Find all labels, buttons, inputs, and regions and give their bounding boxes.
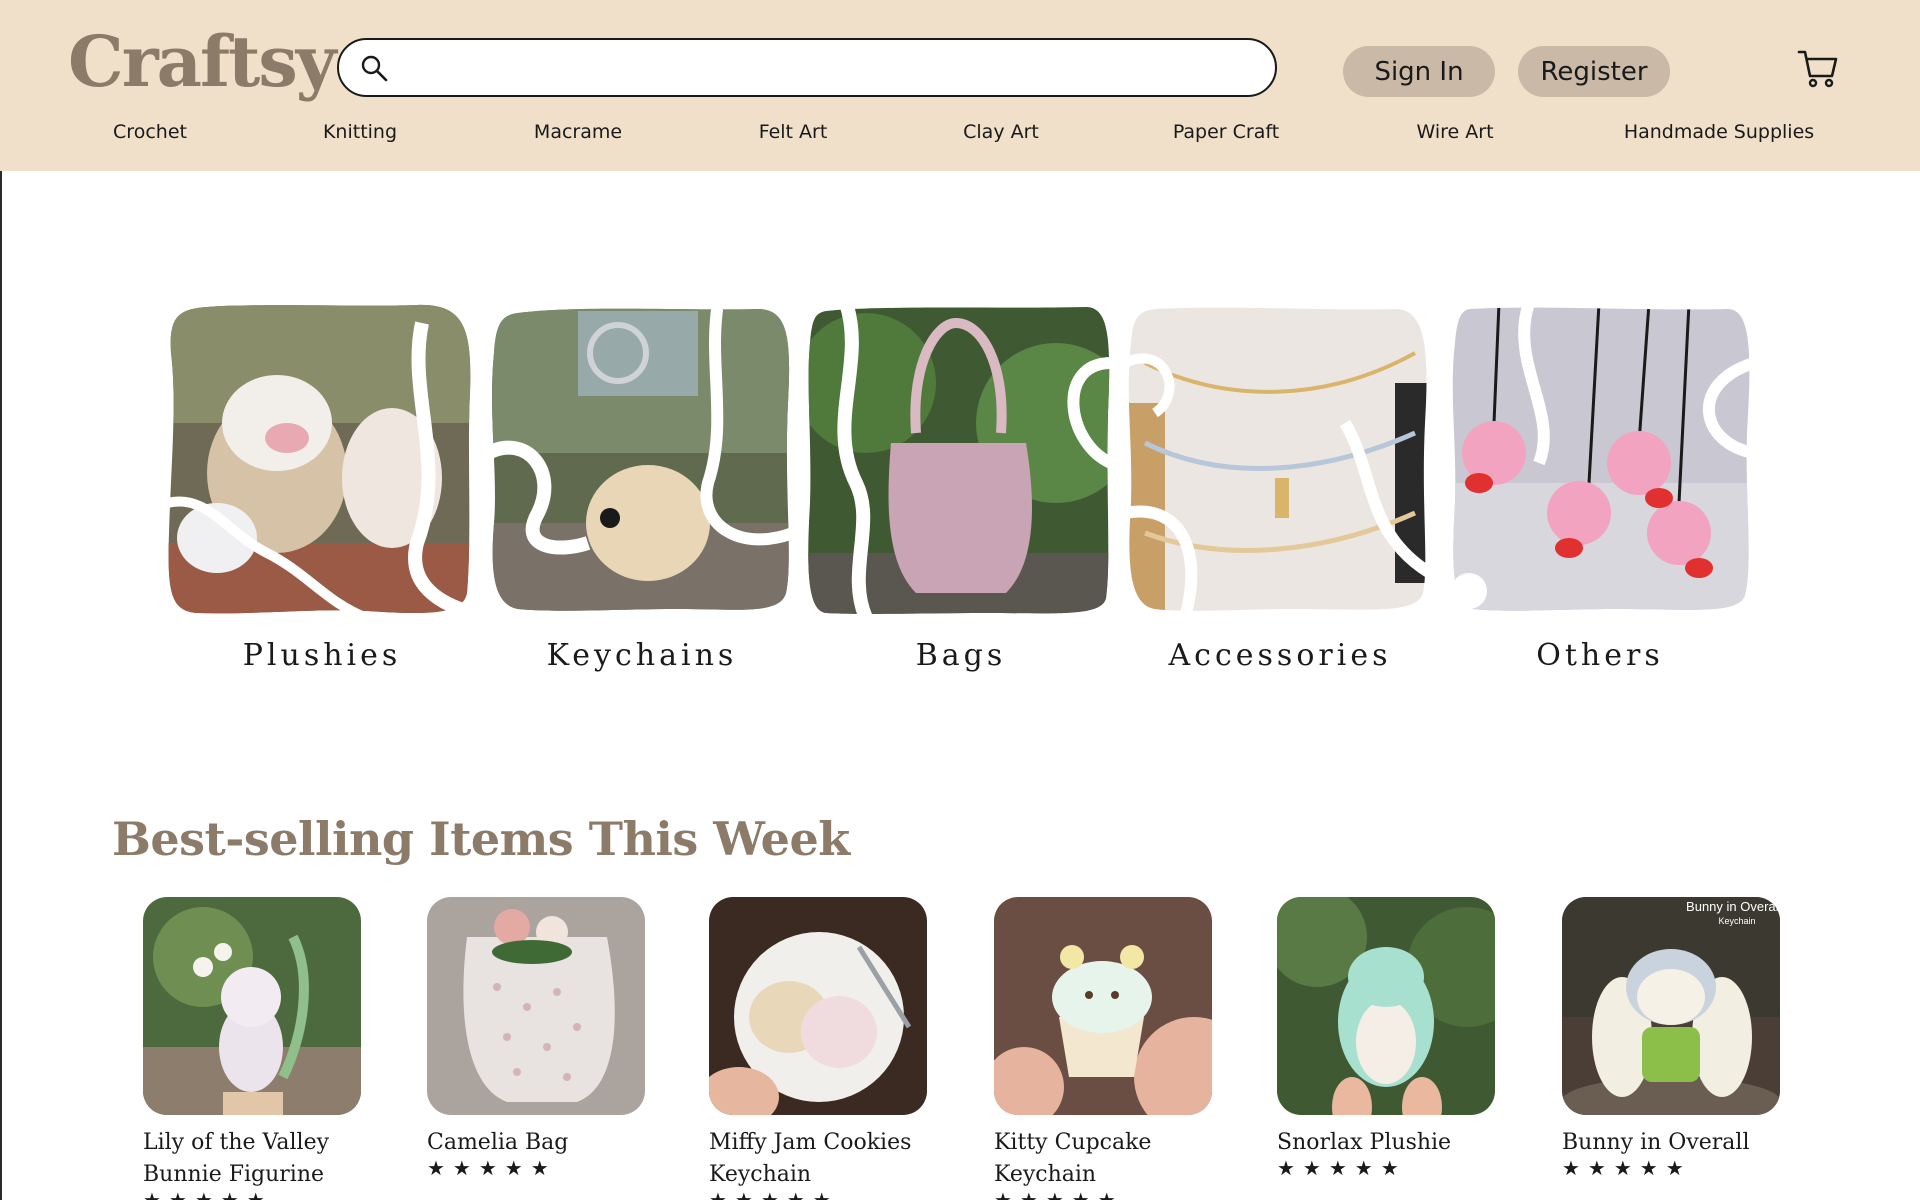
category-card-plushies[interactable]	[167, 303, 472, 618]
product-image[interactable]	[1277, 897, 1495, 1115]
category-label-plushies[interactable]: Plushies	[243, 638, 402, 673]
product-name[interactable]: Snorlax Plushie	[1277, 1127, 1507, 1159]
category-label-keychains[interactable]: Keychains	[547, 638, 738, 673]
search-icon[interactable]	[359, 53, 389, 83]
nav-item-wire-art[interactable]: Wire Art	[1416, 121, 1493, 143]
plushies-image[interactable]	[167, 303, 472, 618]
product-name[interactable]: Camelia Bag	[427, 1127, 657, 1159]
accessories-image[interactable]	[1125, 303, 1430, 618]
product-image[interactable]	[427, 897, 645, 1115]
rating-stars: ★★★★★	[1562, 1158, 1692, 1180]
category-label-others[interactable]: Others	[1536, 638, 1663, 673]
category-card-accessories[interactable]	[1125, 303, 1430, 618]
nav-item-felt-art[interactable]: Felt Art	[759, 121, 828, 143]
product-image[interactable]	[143, 897, 361, 1115]
product-name[interactable]: Miffy Jam Cookies Keychain	[709, 1127, 939, 1191]
category-label-accessories[interactable]: Accessories	[1169, 638, 1392, 673]
nav-item-clay-art[interactable]: Clay Art	[963, 121, 1039, 143]
product-image[interactable]	[994, 897, 1212, 1115]
rating-stars: ★★★★★	[427, 1158, 557, 1180]
product-name[interactable]: Kitty Cupcake Keychain	[994, 1127, 1224, 1191]
product-image[interactable]: Bunny in Overalls Keychain	[1562, 897, 1780, 1115]
product-name[interactable]: Lily of the Valley Bunnie Figurine	[143, 1127, 373, 1191]
rating-stars: ★★★★★	[1277, 1158, 1407, 1180]
search-input[interactable]	[389, 40, 1275, 95]
category-label-bags[interactable]: Bags	[916, 638, 1007, 673]
others-image[interactable]	[1449, 303, 1754, 618]
product-name[interactable]: Bunny in Overall	[1562, 1127, 1792, 1159]
product-image[interactable]	[709, 897, 927, 1115]
category-card-bags[interactable]	[806, 303, 1111, 618]
sign-in-button[interactable]: Sign In	[1343, 46, 1495, 97]
nav-item-knitting[interactable]: Knitting	[323, 121, 397, 143]
page-edge	[0, 171, 2, 1200]
site-logo[interactable]: Craftsy	[68, 20, 336, 103]
site-header: Craftsy Sign In Register Crochet Knittin…	[0, 0, 1920, 171]
nav-item-paper-craft[interactable]: Paper Craft	[1173, 121, 1279, 143]
nav-item-handmade-supplies[interactable]: Handmade Supplies	[1624, 121, 1814, 143]
image-subcaption: Keychain	[1718, 916, 1755, 926]
register-button[interactable]: Register	[1518, 46, 1670, 97]
nav-item-crochet[interactable]: Crochet	[113, 121, 187, 143]
product-card[interactable]: Camelia Bag ★★★★★	[427, 897, 657, 1179]
search-bar[interactable]	[337, 38, 1277, 97]
rating-stars: ★★★★★	[143, 1191, 373, 1200]
rating-stars: ★★★★★	[709, 1191, 939, 1200]
category-nav: Crochet Knitting Macrame Felt Art Clay A…	[0, 121, 1920, 153]
product-card[interactable]: Lily of the Valley Bunnie Figurine ★★★★★	[143, 897, 373, 1200]
product-card[interactable]: Miffy Jam Cookies Keychain ★★★★★	[709, 897, 939, 1200]
nav-item-macrame[interactable]: Macrame	[534, 121, 622, 143]
category-card-keychains[interactable]	[488, 303, 793, 618]
keychains-image[interactable]	[488, 303, 793, 618]
product-card[interactable]: Bunny in Overalls Keychain Bunny in Over…	[1562, 897, 1792, 1179]
image-caption: Bunny in Overalls	[1686, 899, 1780, 914]
best-selling-heading: Best-selling Items This Week	[112, 812, 850, 866]
product-card[interactable]: Kitty Cupcake Keychain ★★★★★	[994, 897, 1224, 1200]
cart-icon[interactable]	[1796, 46, 1840, 90]
category-card-others[interactable]	[1449, 303, 1754, 618]
rating-stars: ★★★★★	[994, 1191, 1224, 1200]
product-card[interactable]: Snorlax Plushie ★★★★★	[1277, 897, 1507, 1179]
bags-image[interactable]	[806, 303, 1111, 618]
